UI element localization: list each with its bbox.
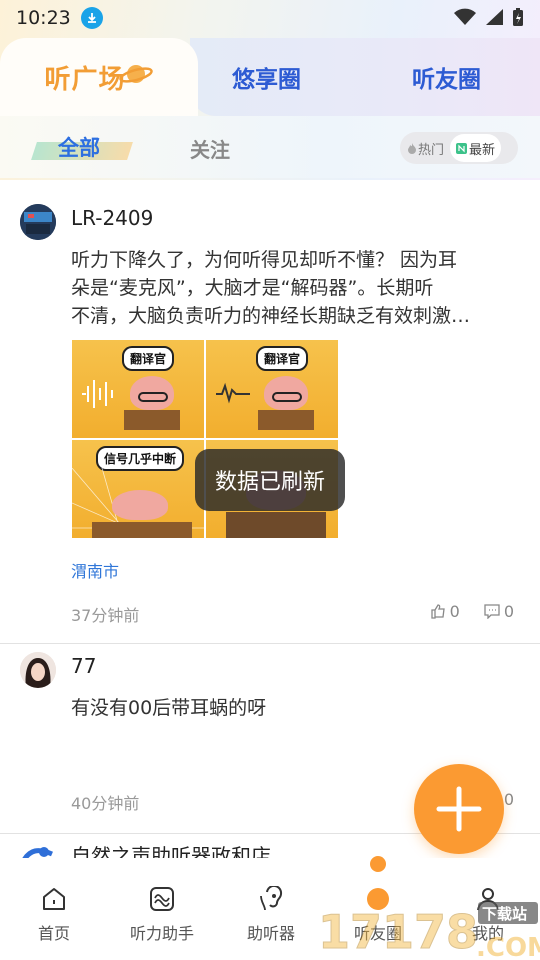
like-count: 0 [449, 602, 460, 621]
sub-tab-all[interactable]: 全部 [31, 130, 133, 166]
post-content[interactable]: 听力下降久了，为何听得见却听不懂？ 因为耳 朵是“麦克风”，大脑才是“解码器”。… [71, 246, 521, 330]
like-button[interactable]: 0 [430, 602, 460, 621]
post-author[interactable]: LR-2409 [71, 206, 153, 230]
nav-hearing-aid[interactable]: 助听器 [221, 886, 321, 944]
post-time: 37分钟前 [71, 606, 140, 625]
sort-hot-label: 热门 [418, 142, 445, 158]
tab-listen-square[interactable]: 听广场 [0, 38, 198, 116]
nav-hearing-assistant[interactable]: 听力助手 [112, 886, 212, 944]
flame-icon [408, 142, 416, 154]
site-watermark-logo: 17178 下载站 .COM [318, 898, 540, 960]
book-graphic [226, 512, 326, 538]
book-graphic [258, 410, 314, 430]
post-feed: LR-2409 听力下降久了，为何听得见却听不懂？ 因为耳 朵是“麦克风”，大脑… [0, 180, 540, 858]
sub-tab-all-label: 全部 [58, 136, 100, 160]
sound-wave-graphic [216, 382, 250, 404]
status-bar: 10:23 [0, 0, 540, 36]
post-stats: 0 0 [430, 602, 514, 621]
avatar[interactable] [20, 204, 56, 240]
post-image[interactable]: 翻译官 [206, 340, 338, 438]
main-tabs: 听广场 悠享圈 听友圈 [0, 38, 540, 116]
post-content-line: 朵是“麦克风”，大脑才是“解码器”。长期听 [71, 277, 434, 299]
tab-enjoy-circle[interactable]: 悠享圈 [232, 60, 301, 94]
svg-text:17178: 17178 [318, 905, 478, 959]
nav-hearing-assistant-label: 听力助手 [129, 924, 194, 943]
comment-count: 0 [503, 790, 514, 809]
nav-hearing-aid-label: 助听器 [246, 924, 295, 943]
tab-listen-square-label: 听广场 [44, 64, 126, 95]
post-image[interactable]: 翻译官 [72, 340, 204, 438]
hearing-aid-icon [260, 886, 283, 911]
signal-icon [486, 9, 503, 25]
sort-hot-option[interactable]: 热门 [402, 134, 450, 162]
table-graphic [92, 522, 192, 538]
post-author[interactable]: 自然之声助听器政和店 [71, 840, 271, 858]
active-indicator-dot [370, 856, 386, 872]
avatar[interactable] [20, 652, 56, 688]
toast-message: 数据已刷新 [195, 449, 345, 511]
post-stats: 0 [504, 790, 514, 809]
comment-icon [484, 604, 500, 619]
book-graphic [124, 410, 180, 430]
home-icon [43, 888, 65, 910]
create-post-button[interactable] [414, 764, 504, 854]
sort-latest-option[interactable]: 最新 [450, 134, 502, 162]
comment-button[interactable]: 0 [504, 790, 514, 809]
sub-tab-bar: 全部 关注 热门 最新 [0, 116, 540, 178]
post-content[interactable]: 有没有00后带耳蜗的呀 [71, 694, 521, 722]
thumbs-up-icon [430, 604, 445, 619]
brain-graphic [112, 490, 168, 520]
glasses-graphic [138, 392, 168, 402]
new-icon [456, 142, 468, 154]
avatar[interactable] [20, 840, 56, 858]
svg-text:下载站: 下载站 [482, 905, 527, 923]
post-author[interactable]: 77 [71, 654, 96, 678]
image-caption: 翻译官 [122, 346, 175, 371]
tab-friends-circle[interactable]: 听友圈 [412, 60, 481, 94]
plus-icon [436, 786, 482, 832]
nav-home-label: 首页 [37, 924, 70, 943]
wifi-icon [454, 8, 476, 25]
post-image[interactable]: 信号几乎中断 [72, 440, 204, 538]
status-icons [454, 7, 524, 27]
comment-button[interactable]: 0 [484, 602, 514, 621]
post-location[interactable]: 渭南市 [71, 558, 119, 582]
nav-home[interactable]: 首页 [4, 886, 104, 944]
post-item[interactable]: LR-2409 听力下降久了，为何听得见却听不懂？ 因为耳 朵是“麦克风”，大脑… [0, 180, 540, 644]
download-icon [80, 7, 103, 29]
battery-icon [513, 8, 523, 26]
planet-icon [118, 65, 153, 83]
sub-tab-follow[interactable]: 关注 [190, 134, 230, 163]
comment-count: 0 [503, 602, 514, 621]
sort-toggle[interactable]: 热门 最新 [400, 132, 518, 164]
svg-text:.COM: .COM [476, 933, 540, 960]
post-time: 40分钟前 [71, 794, 140, 813]
sort-latest-label: 最新 [469, 142, 496, 158]
sound-wave-graphic [82, 380, 113, 408]
post-content-line: 听力下降久了，为何听得见却听不懂？ 因为耳 [71, 249, 458, 271]
image-caption: 翻译官 [256, 346, 309, 371]
wave-icon [150, 887, 174, 911]
status-time: 10:23 [16, 7, 71, 29]
post-content-line: 不清，大脑负责听力的神经长期缺乏有效刺激… [71, 305, 471, 327]
post-content-line: 有没有00后带耳蜗的呀 [71, 697, 267, 719]
glasses-graphic [272, 392, 302, 402]
